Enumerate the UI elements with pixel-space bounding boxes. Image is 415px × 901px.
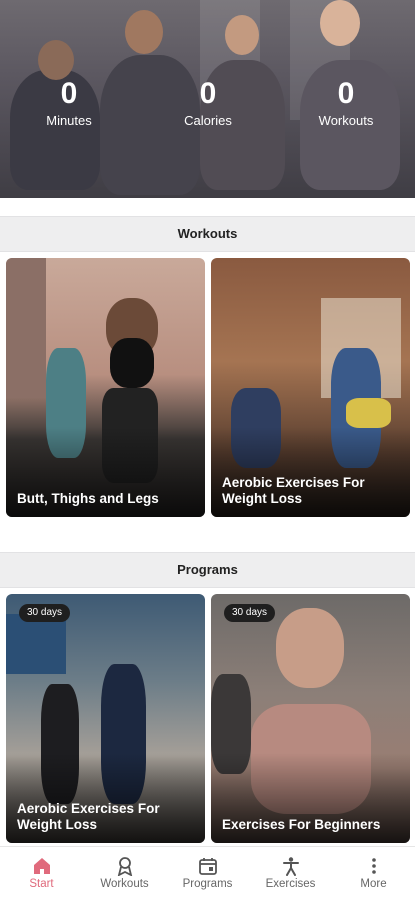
nav-item-more[interactable]: More	[332, 847, 415, 901]
hero-figure-head	[38, 40, 74, 80]
nav-item-start[interactable]: Start	[0, 847, 83, 901]
card-photo-head	[276, 608, 344, 688]
stat-label: Calories	[184, 113, 232, 128]
section-header-workouts: Workouts	[0, 216, 415, 252]
program-card-title: Aerobic Exercises For Weight Loss	[17, 801, 160, 832]
stat-value: 0	[199, 77, 217, 110]
card-photo-wall	[6, 614, 66, 674]
nav-item-programs[interactable]: Programs	[166, 847, 249, 901]
card-photo-shorts	[346, 398, 391, 428]
stat-value: 0	[60, 77, 78, 110]
hero-banner: 0 Minutes 0 Calories 0 Workouts	[0, 0, 415, 198]
nav-item-workouts[interactable]: Workouts	[83, 847, 166, 901]
calendar-icon	[198, 858, 217, 875]
section-header-programs: Programs	[0, 552, 415, 588]
stat-minutes: 0 Minutes	[19, 78, 119, 130]
stat-label: Workouts	[318, 113, 374, 128]
hero-figure-head	[225, 15, 259, 55]
workout-card-title: Aerobic Exercises For Weight Loss	[222, 475, 365, 506]
stat-workouts: 0 Workouts	[296, 78, 396, 130]
workout-card-title: Butt, Thighs and Legs	[17, 491, 159, 506]
bottom-navigation: Start Workouts Programs Exercises More	[0, 846, 415, 901]
program-card-title: Exercises For Beginners	[222, 817, 381, 832]
workout-card-aerobic-weight-loss[interactable]: Aerobic Exercises For Weight Loss	[211, 258, 410, 517]
hero-figure-head	[125, 10, 163, 54]
more-vertical-icon	[371, 858, 376, 874]
program-card-aerobic-weight-loss[interactable]: 30 days Aerobic Exercises For Weight Los…	[6, 594, 205, 843]
person-icon	[282, 857, 299, 876]
nav-label: Exercises	[265, 878, 316, 890]
nav-label: More	[360, 878, 387, 890]
program-card-beginners[interactable]: 30 days Exercises For Beginners	[211, 594, 410, 843]
card-photo-top	[110, 338, 154, 388]
program-duration-badge: 30 days	[224, 604, 276, 622]
stat-calories: 0 Calories	[158, 78, 258, 130]
hero-figure-head	[320, 0, 360, 46]
program-duration-badge: 30 days	[19, 604, 71, 622]
workout-card-butt-thighs-legs[interactable]: Butt, Thighs and Legs	[6, 258, 205, 517]
nav-item-exercises[interactable]: Exercises	[249, 847, 332, 901]
nav-label: Start	[29, 878, 54, 890]
home-icon	[33, 858, 50, 874]
card-photo-wall	[6, 258, 46, 398]
stat-label: Minutes	[46, 113, 92, 128]
nav-label: Programs	[182, 878, 233, 890]
medal-icon	[117, 857, 132, 876]
nav-label: Workouts	[100, 878, 149, 890]
stat-value: 0	[337, 77, 355, 110]
